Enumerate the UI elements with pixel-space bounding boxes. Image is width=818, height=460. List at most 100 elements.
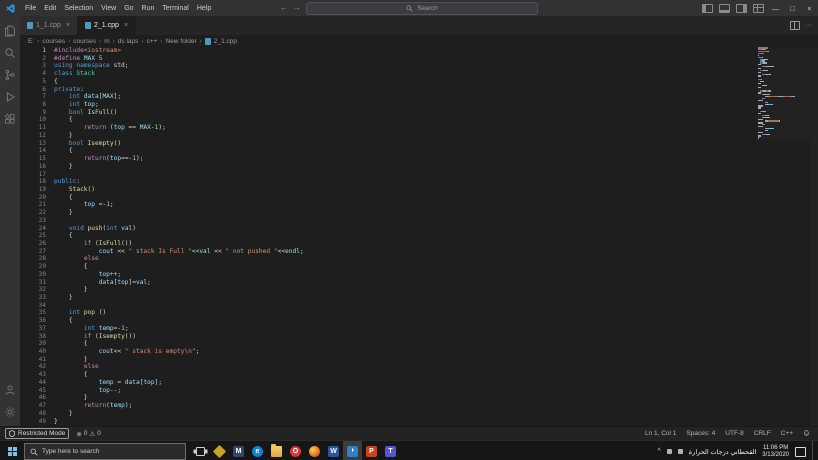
- code-line: 48 }: [20, 410, 818, 418]
- explorer-icon[interactable]: [0, 20, 20, 42]
- code-text: public:: [54, 178, 81, 186]
- breadcrumb-item[interactable]: ds laps: [118, 38, 139, 45]
- network-icon[interactable]: [666, 449, 672, 454]
- breadcrumb-item[interactable]: m: [104, 38, 109, 45]
- cursor-position[interactable]: Ln 1, Col 1: [645, 430, 676, 437]
- split-editor-icon[interactable]: [790, 21, 800, 30]
- tab-label: 1_1.cpp: [36, 22, 61, 29]
- clock[interactable]: 11:06 PM 3/13/2020: [762, 445, 789, 459]
- menu-view[interactable]: View: [97, 5, 120, 12]
- history-forward-icon[interactable]: →: [293, 0, 301, 16]
- search-icon[interactable]: [0, 42, 20, 64]
- code-line: 22 }: [20, 209, 818, 217]
- breadcrumb-item[interactable]: New folder: [166, 38, 197, 45]
- code-text: {: [54, 193, 73, 201]
- menu-go[interactable]: Go: [120, 5, 137, 12]
- firefox-icon[interactable]: [305, 441, 324, 460]
- breadcrumb-item[interactable]: courses: [42, 38, 65, 45]
- history-back-icon[interactable]: ←: [280, 0, 288, 16]
- code-text: if (IsFull()): [83, 239, 133, 247]
- mail-glyph: M: [233, 446, 244, 457]
- code-text: temp = data[top];: [98, 378, 163, 386]
- code-text: if (Isempty()): [83, 332, 136, 340]
- breadcrumb-item[interactable]: E:: [28, 38, 34, 45]
- minimap[interactable]: [758, 47, 810, 139]
- maximize-button[interactable]: □: [784, 0, 801, 16]
- customize-layout-icon[interactable]: [753, 3, 764, 13]
- opera-icon[interactable]: O: [286, 441, 305, 460]
- command-center-search[interactable]: Search: [306, 1, 538, 15]
- powerpoint-icon[interactable]: P: [362, 441, 381, 460]
- toggle-panel-icon[interactable]: [719, 3, 730, 13]
- menu-terminal[interactable]: Terminal: [158, 5, 192, 12]
- restricted-mode-badge[interactable]: Restricted Mode: [5, 428, 70, 439]
- indentation[interactable]: Spaces: 4: [686, 430, 715, 437]
- tray-expand-icon[interactable]: ^: [658, 448, 661, 455]
- more-actions-icon[interactable]: ···: [805, 22, 812, 29]
- account-icon[interactable]: [0, 379, 20, 401]
- editor-scrollbar[interactable]: [810, 47, 818, 426]
- line-number: 20: [38, 193, 46, 201]
- toggle-sidebar-icon[interactable]: [702, 3, 713, 13]
- menu-edit[interactable]: Edit: [40, 5, 60, 12]
- settings-icon[interactable]: [0, 401, 20, 423]
- file-explorer-glyph: [271, 444, 282, 457]
- vscode-icon[interactable]: [343, 441, 362, 460]
- start-button[interactable]: [0, 441, 24, 460]
- encoding[interactable]: UTF-8: [725, 430, 743, 437]
- tab-close-icon[interactable]: ×: [66, 22, 70, 29]
- language-mode[interactable]: C++: [781, 430, 793, 437]
- volume-icon[interactable]: [677, 449, 683, 454]
- task-view-icon[interactable]: [191, 441, 210, 460]
- minimize-button[interactable]: —: [767, 0, 784, 16]
- line-number: 14: [38, 147, 46, 155]
- toggle-secondary-sidebar-icon[interactable]: [736, 3, 747, 13]
- line-number: 45: [38, 386, 46, 394]
- tab-1_1.cpp[interactable]: 1_1.cpp ×: [20, 16, 79, 35]
- menu-file[interactable]: File: [21, 5, 40, 12]
- extensions-icon[interactable]: [0, 108, 20, 130]
- code-text: {: [54, 232, 73, 240]
- edge-icon[interactable]: e: [248, 441, 267, 460]
- code-area[interactable]: 1 #include<iostream> 2 #define MAX 5 3 using …: [20, 47, 818, 425]
- breadcrumb-item[interactable]: courses: [73, 38, 96, 45]
- editor[interactable]: 1 #include<iostream> 2 #define MAX 5 3 using …: [20, 47, 818, 426]
- menu-run[interactable]: Run: [138, 5, 159, 12]
- clock-time: 11:06 PM: [763, 444, 789, 451]
- word-icon[interactable]: W: [324, 441, 343, 460]
- file-explorer-icon[interactable]: [267, 441, 286, 460]
- cpp-file-icon: [204, 37, 211, 45]
- errors-icon: ⊗: [76, 430, 82, 438]
- code-line: 28 else: [20, 255, 818, 263]
- line-number: 31: [38, 278, 46, 286]
- code-text: }: [54, 131, 73, 139]
- breadcrumb-item[interactable]: c++: [147, 38, 158, 45]
- menu-help[interactable]: Help: [193, 5, 215, 12]
- code-text: }: [54, 286, 88, 294]
- action-center-icon[interactable]: [795, 446, 806, 457]
- activity-bar-bottom: [0, 379, 20, 426]
- menu-selection[interactable]: Selection: [60, 5, 97, 12]
- eol-sequence[interactable]: CRLF: [754, 430, 771, 437]
- teams-icon[interactable]: T: [381, 441, 400, 460]
- photos-icon[interactable]: [210, 441, 229, 460]
- close-button[interactable]: ×: [801, 0, 818, 16]
- tab-close-icon[interactable]: ×: [124, 22, 128, 29]
- breadcrumb-item[interactable]: 2_1.cpp: [214, 38, 237, 45]
- teams-glyph: T: [385, 446, 396, 457]
- news-weather-ticker[interactable]: القحطاني درجات الحرارة: [689, 448, 757, 456]
- code-line: 41 }: [20, 356, 818, 364]
- line-number: 33: [38, 294, 46, 301]
- line-number: 23: [38, 216, 46, 224]
- line-number: 44: [38, 378, 46, 386]
- breadcrumb-separator: ›: [112, 37, 115, 45]
- tab-2_1.cpp[interactable]: 2_1.cpp ×: [78, 16, 137, 35]
- mail-icon[interactable]: M: [229, 441, 248, 460]
- problems-indicator[interactable]: ⊗ 0 ⚠ 0: [76, 430, 101, 438]
- run-debug-icon[interactable]: [0, 86, 20, 108]
- show-desktop-button[interactable]: [812, 441, 816, 460]
- source-control-icon[interactable]: [0, 64, 20, 86]
- taskbar-search[interactable]: Type here to search: [24, 443, 186, 460]
- notifications-bell-icon[interactable]: [803, 430, 810, 437]
- code-line: 18 public:: [20, 178, 818, 186]
